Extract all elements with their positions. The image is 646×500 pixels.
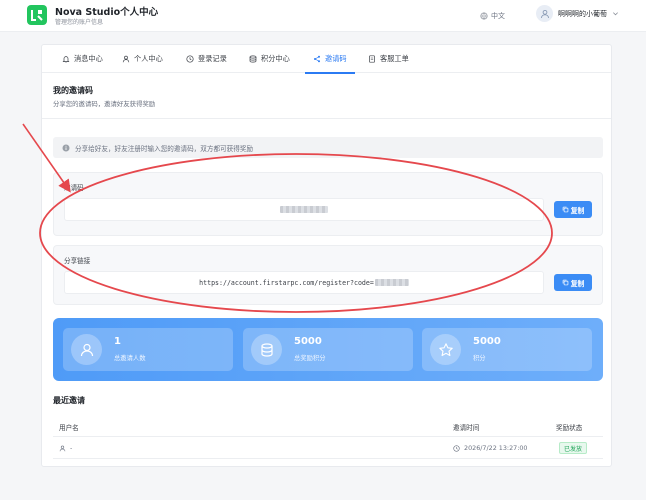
invite-code-field[interactable] [64,198,544,221]
star-icon [438,342,453,356]
tab-label: 邀请码 [325,54,347,63]
user-icon [122,55,130,63]
tip-text: 分享给好友，好友注册时输入您的邀请码，双方都可获得奖励 [75,144,254,153]
table-header-divider [53,436,603,437]
row-invite-time: 2026/7/22 13:27:00 [453,444,528,452]
tab-label: 个人中心 [134,54,163,63]
info-icon [62,144,70,151]
recent-invites-title: 最近邀请 [53,396,85,405]
bell-icon [62,56,70,63]
username-cell: - [70,444,73,452]
tab-bar: 消息中心 个人中心 登录记录 积分中心 邀请码 客服工单 [42,45,611,74]
tab-label: 积分中心 [261,54,290,63]
clock-icon [453,444,460,452]
copy-icon [562,206,569,213]
tab-label: 客服工单 [380,54,409,63]
stat-icon-wrap [430,334,461,365]
tab-label: 消息中心 [74,54,103,63]
copy-label: 复制 [570,279,585,288]
stat-total-invites: 1 总邀请人数 [63,328,233,371]
copy-icon [562,279,569,286]
share-link-box: 分享链接 https://account.firstarpc.com/regis… [53,245,603,305]
section-title: 我的邀请码 [53,86,93,95]
tab-label: 登录记录 [198,54,227,63]
username: 啊啊啊的小葡萄 [558,9,607,18]
coins-icon [260,342,273,357]
invite-code-label: 邀请码 [64,184,84,192]
divider [42,118,611,119]
invite-card: 消息中心 个人中心 登录记录 积分中心 邀请码 客服工单 我的邀请码 分享您的邀… [41,44,612,467]
tab-login-history[interactable]: 登录记录 [186,45,227,73]
share-link-text: https://account.firstarpc.com/register?c… [199,278,374,287]
tab-points[interactable]: 积分中心 [249,45,290,73]
language-switcher[interactable]: 中文 [480,11,505,21]
table-row-divider [53,458,603,459]
stat-icon-wrap [251,334,282,365]
row-username: - [59,444,72,452]
section-subtitle: 分享您的邀请码，邀请好友获得奖励 [53,100,156,108]
stat-points: 5000 积分 [422,328,592,371]
share-link-label: 分享链接 [64,257,91,265]
app-subtitle: 管理您的账户信息 [55,19,104,26]
logo-icon [31,10,43,21]
share-link-field[interactable]: https://account.firstarpc.com/register?c… [64,271,544,294]
column-header-username: 用户名 [59,424,79,432]
copy-label: 复制 [570,206,585,215]
translate-icon [480,12,488,20]
avatar [536,5,553,22]
invite-time-cell: 2026/7/22 13:27:00 [464,444,528,452]
stat-label: 积分 [473,355,486,362]
stat-icon-wrap [71,334,102,365]
database-icon [249,55,257,63]
user-menu[interactable]: 啊啊啊的小葡萄 [536,5,619,22]
user-icon [80,343,93,356]
stat-value: 1 [114,336,121,347]
logo [27,5,47,25]
language-label: 中文 [491,12,505,20]
info-tip: 分享给好友，好友注册时输入您的邀请码，双方都可获得奖励 [53,137,603,158]
invite-code-value-redacted [280,206,328,213]
share-icon [314,55,320,63]
chevron-down-icon [613,12,618,16]
stat-label: 总奖励积分 [294,355,326,362]
app-title: Nova Studio个人中心 [55,7,159,18]
stat-label: 总邀请人数 [114,355,146,362]
column-header-reward-status: 奖励状态 [556,424,583,432]
tab-invite-code[interactable]: 邀请码 [305,45,355,74]
stat-total-reward-points: 5000 总奖励积分 [243,328,413,371]
tab-profile[interactable]: 个人中心 [122,45,163,73]
share-link-code-redacted [374,279,409,286]
column-header-invite-time: 邀请时间 [453,424,480,432]
stat-value: 5000 [294,336,322,347]
tab-support-tickets[interactable]: 客服工单 [368,45,409,73]
tab-messages[interactable]: 消息中心 [62,45,103,73]
document-icon [369,55,375,63]
user-icon [59,445,66,451]
stats-panel: 1 总邀请人数 5000 总奖励积分 5000 积分 [53,318,603,381]
stat-value: 5000 [473,336,501,347]
top-bar: Nova Studio个人中心 管理您的账户信息 中文 啊啊啊的小葡萄 [0,0,646,32]
status-badge: 已发放 [559,442,588,454]
copy-code-button[interactable]: 复制 [554,201,592,218]
user-icon [540,9,549,18]
invite-code-box: 邀请码 复制 [53,172,603,236]
clock-icon [186,55,194,63]
copy-link-button[interactable]: 复制 [554,274,592,291]
